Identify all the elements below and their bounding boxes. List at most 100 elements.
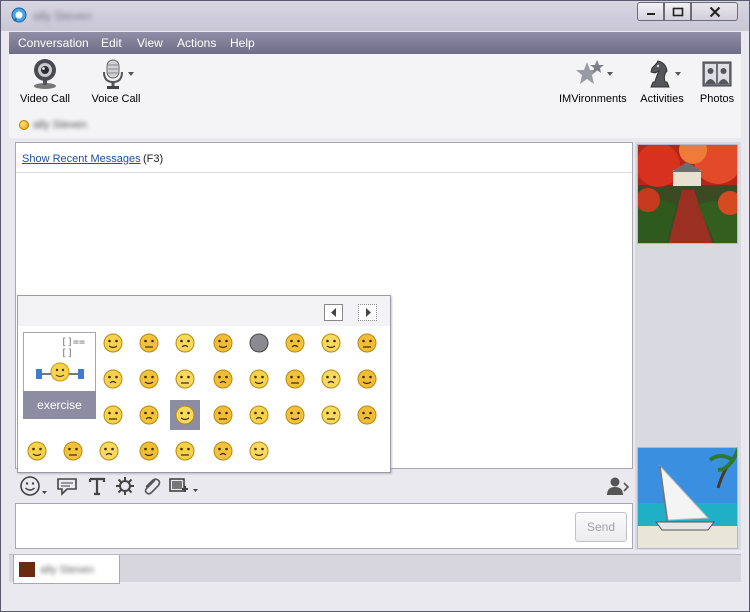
text-format-icon — [88, 477, 106, 496]
emoticon-option[interactable] — [284, 332, 306, 354]
title-bar: ally Steven — [1, 1, 749, 31]
menu-bar: Conversation Edit View Actions Help — [9, 32, 741, 54]
send-button[interactable]: Send — [575, 512, 627, 542]
photos-icon — [702, 61, 732, 87]
emoticon-option[interactable] — [248, 440, 270, 462]
emoticon-option[interactable] — [356, 332, 378, 354]
emoticon-option[interactable] — [170, 400, 200, 430]
emoticon-page-next-button[interactable] — [358, 304, 377, 321]
show-recent-messages-link[interactable]: Show Recent Messages — [22, 153, 141, 165]
emoticon-option[interactable] — [138, 332, 160, 354]
emoticon-option[interactable] — [102, 404, 124, 426]
emoticon-option[interactable] — [248, 404, 270, 426]
toolbar: Video Call Voice Call IMVironments Activ… — [9, 54, 741, 138]
video-call-label: Video Call — [20, 93, 70, 105]
activities-button[interactable]: Activities — [637, 58, 687, 105]
emoticon-icon — [103, 405, 123, 425]
emoticon-icon — [357, 369, 377, 389]
emoticon-option[interactable] — [248, 368, 270, 390]
emoticon-icon — [357, 333, 377, 353]
menu-edit[interactable]: Edit — [101, 36, 122, 50]
emoticon-icon — [213, 441, 233, 461]
minimize-icon — [646, 12, 655, 15]
emoticon-icon — [139, 441, 159, 461]
emoticon-page-prev-button[interactable] — [324, 304, 343, 321]
font-button[interactable] — [85, 475, 109, 497]
voice-call-label: Voice Call — [91, 93, 141, 105]
recent-messages-shortcut: (F3) — [143, 153, 164, 165]
emoticon-option[interactable] — [212, 368, 234, 390]
emoticon-name: exercise — [23, 391, 96, 419]
display-pictures-panel — [635, 142, 741, 550]
emoticon-shortcut-code: []==[] — [61, 337, 86, 359]
insert-screenshot-button[interactable] — [167, 475, 201, 497]
emoticon-option[interactable] — [174, 332, 196, 354]
imvironments-icon — [576, 60, 613, 84]
chess-knight-icon — [650, 60, 681, 88]
emoticon-option[interactable] — [320, 404, 342, 426]
voice-call-button[interactable]: Voice Call — [87, 58, 145, 105]
emoticon-icon — [139, 405, 159, 425]
emoticon-icon — [175, 441, 195, 461]
emoticon-icon — [139, 333, 159, 353]
paperclip-icon — [144, 478, 161, 495]
maximize-icon — [672, 7, 683, 16]
messenger-window: ally Steven Conversation Edit View Actio… — [0, 0, 750, 612]
contact-display-picture[interactable] — [637, 144, 738, 244]
emoticon-option[interactable] — [320, 332, 342, 354]
emoticon-option[interactable] — [138, 368, 160, 390]
emoticon-option[interactable] — [320, 368, 342, 390]
video-call-button[interactable]: Video Call — [19, 58, 71, 105]
own-display-picture[interactable] — [637, 447, 738, 549]
emoticon-option[interactable] — [174, 440, 196, 462]
emoticons-button[interactable] — [19, 475, 49, 497]
emoticon-option[interactable] — [98, 440, 120, 462]
emoticon-icon — [139, 369, 159, 389]
emoticon-option[interactable] — [356, 404, 378, 426]
emoticon-option[interactable] — [212, 332, 234, 354]
emoticon-option[interactable] — [62, 440, 84, 462]
emoticon-icon — [321, 369, 341, 389]
menu-actions[interactable]: Actions — [177, 36, 216, 50]
emoticon-icon — [249, 369, 269, 389]
emoticon-option[interactable] — [248, 332, 270, 354]
tab-contact-name: ally Steven — [40, 564, 94, 576]
emoticon-option[interactable] — [356, 368, 378, 390]
triangle-right-icon — [366, 308, 371, 317]
minimize-button[interactable] — [637, 2, 664, 21]
emoticon-option[interactable] — [212, 440, 234, 462]
audibles-button[interactable] — [55, 475, 79, 497]
emoticon-option[interactable] — [212, 404, 234, 426]
invite-contact-button[interactable] — [605, 475, 630, 497]
emoticon-option[interactable] — [284, 368, 306, 390]
emoticon-option[interactable] — [26, 440, 48, 462]
emoticon-option[interactable] — [138, 440, 160, 462]
photos-label: Photos — [699, 93, 735, 105]
menu-conversation[interactable]: Conversation — [18, 36, 89, 50]
message-input[interactable]: Send — [15, 503, 633, 549]
activities-label: Activities — [640, 93, 684, 105]
settings-button[interactable] — [113, 475, 137, 497]
maximize-button[interactable] — [664, 2, 691, 21]
emoticon-icon — [249, 441, 269, 461]
emoticon-icon — [357, 405, 377, 425]
emoticon-option[interactable] — [102, 332, 124, 354]
imvironments-label: IMVironments — [559, 93, 627, 105]
emoticon-icon — [213, 333, 233, 353]
menu-help[interactable]: Help — [230, 36, 255, 50]
emoticon-icon — [213, 405, 233, 425]
attach-file-button[interactable] — [139, 475, 163, 497]
imvironments-button[interactable]: IMVironments — [559, 58, 627, 105]
photos-button[interactable]: Photos — [699, 58, 735, 105]
close-button[interactable] — [691, 2, 738, 21]
emoticon-icon — [285, 333, 305, 353]
emoticon-option[interactable] — [102, 368, 124, 390]
emoticon-option[interactable] — [174, 368, 196, 390]
emoticon-icon — [321, 333, 341, 353]
emoticon-option[interactable] — [138, 404, 160, 426]
emoticon-option[interactable] — [284, 404, 306, 426]
compose-toolbar — [15, 473, 633, 501]
webcam-icon — [34, 59, 56, 89]
menu-view[interactable]: View — [137, 36, 163, 50]
conversation-tab[interactable]: ally Steven — [13, 555, 120, 584]
